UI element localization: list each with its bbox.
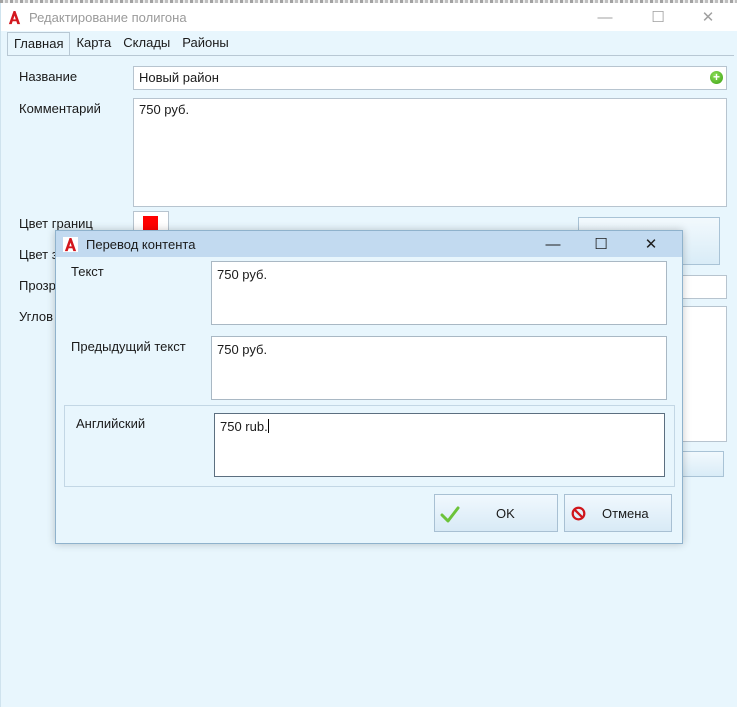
- dialog-title: Перевод контента: [86, 237, 196, 252]
- text-label: Текст: [71, 264, 104, 279]
- dialog-titlebar: Перевод контента — ☐ ✕: [56, 231, 682, 257]
- app-logo-icon: [63, 237, 78, 252]
- ok-button[interactable]: OK: [434, 494, 558, 532]
- minimize-icon: —: [545, 235, 561, 253]
- name-value: Новый район: [139, 70, 219, 85]
- dialog-close-button[interactable]: ✕: [628, 231, 674, 257]
- background-secondary-button[interactable]: [681, 451, 724, 477]
- comment-label: Комментарий: [19, 101, 101, 116]
- cancel-button[interactable]: Отмена: [564, 494, 672, 532]
- dialog-minimize-button[interactable]: —: [530, 231, 576, 257]
- tab-divider: [7, 55, 734, 56]
- minimize-icon: —: [597, 8, 613, 26]
- checkmark-icon: [440, 506, 460, 523]
- app-logo-icon: [7, 10, 22, 25]
- text-field[interactable]: 750 руб.: [211, 261, 667, 325]
- border-color-label: Цвет границ: [19, 216, 93, 231]
- plus-circle-icon[interactable]: +: [710, 71, 723, 84]
- english-label: Английский: [76, 416, 146, 431]
- previous-text-field[interactable]: 750 руб.: [211, 336, 667, 400]
- comment-field[interactable]: 750 руб.: [133, 98, 727, 207]
- close-icon: ✕: [701, 9, 715, 26]
- previous-text-value: 750 руб.: [217, 342, 268, 357]
- english-group: Английский 750 rub.: [64, 405, 675, 487]
- maximize-icon: ☐: [651, 9, 665, 26]
- english-value: 750 rub.: [220, 419, 268, 434]
- border-color-swatch: [143, 216, 158, 230]
- english-field[interactable]: 750 rub.: [214, 413, 665, 477]
- text-value: 750 руб.: [217, 267, 268, 282]
- tab-districts[interactable]: Районы: [176, 32, 234, 55]
- comment-value: 750 руб.: [139, 102, 190, 117]
- tab-warehouses[interactable]: Склады: [117, 32, 176, 55]
- main-maximize-button[interactable]: ☐: [635, 3, 681, 31]
- close-icon: ✕: [644, 236, 658, 253]
- ok-label: OK: [496, 506, 515, 521]
- maximize-icon: ☐: [594, 236, 608, 253]
- translate-content-dialog: Перевод контента — ☐ ✕ Текст 750 руб. Пр…: [55, 230, 683, 544]
- name-field[interactable]: Новый район: [133, 66, 727, 90]
- transparency-label: Прозр: [19, 278, 56, 293]
- transparency-field[interactable]: [681, 275, 727, 299]
- name-label: Название: [19, 69, 78, 84]
- corners-label: Углов: [19, 309, 53, 324]
- main-titlebar: Редактирование полигона — ☐ ✕: [1, 3, 737, 31]
- corners-list[interactable]: [681, 306, 727, 442]
- fill-color-label: Цвет з: [19, 247, 58, 262]
- main-window-title: Редактирование полигона: [29, 10, 187, 25]
- no-entry-icon: [571, 506, 586, 521]
- tab-map[interactable]: Карта: [70, 32, 117, 55]
- tab-main[interactable]: Главная: [7, 32, 71, 56]
- main-tabs: Главная Карта Склады Районы: [7, 32, 235, 56]
- dialog-maximize-button[interactable]: ☐: [578, 231, 624, 257]
- main-minimize-button[interactable]: —: [582, 3, 628, 31]
- text-cursor: [267, 419, 269, 433]
- previous-text-label: Предыдущий текст: [71, 339, 186, 354]
- main-close-button[interactable]: ✕: [685, 3, 731, 31]
- cancel-label: Отмена: [602, 506, 649, 521]
